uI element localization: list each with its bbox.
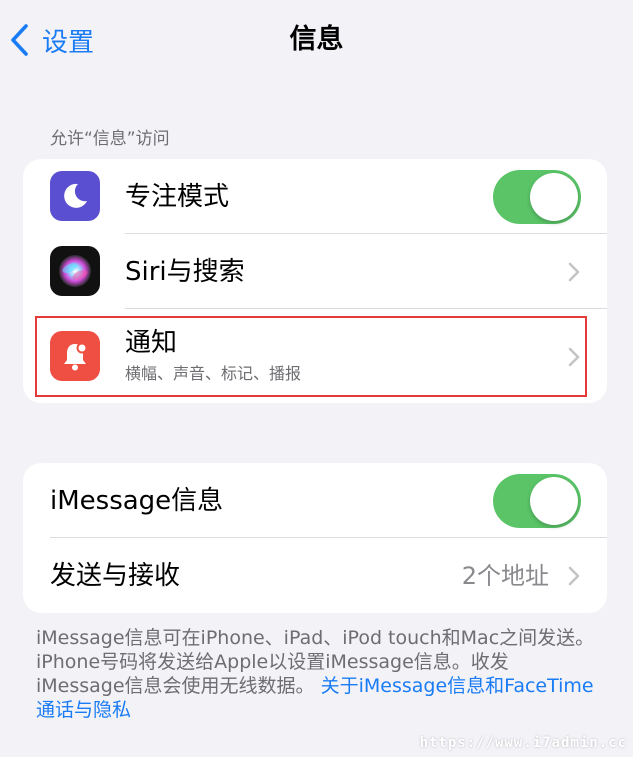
notifications-subtitle: 横幅、声音、标记、播报	[125, 364, 302, 383]
focus-row: 专注模式	[23, 159, 607, 234]
toggle-knob	[530, 477, 578, 525]
section-header: 允许“信息”访问	[50, 129, 170, 149]
navigation-bar: 设置 信息	[0, 0, 633, 78]
chevron-right-icon	[568, 566, 580, 586]
chevron-right-icon	[568, 262, 580, 282]
footer-description: iMessage信息可在iPhone、iPad、iPod touch和Mac之间…	[36, 626, 602, 722]
siri-label: Siri与搜索	[125, 257, 245, 287]
siri-icon	[50, 246, 100, 296]
send-receive-row[interactable]: 发送与接收 2个地址	[23, 538, 607, 613]
moon-icon	[50, 171, 100, 221]
imessage-row: iMessage信息	[23, 463, 607, 538]
imessage-toggle[interactable]	[493, 474, 581, 528]
focus-toggle[interactable]	[493, 170, 581, 224]
send-receive-value: 2个地址	[461, 562, 549, 590]
bell-icon	[50, 331, 100, 381]
permissions-group: 专注模式 Siri与搜索 通知 横幅、声音、标记、播报	[23, 159, 607, 403]
notifications-row[interactable]: 通知 横幅、声音、标记、播报	[23, 309, 607, 403]
watermark: https://www.i7admin.cc	[419, 735, 627, 751]
imessage-group: iMessage信息 发送与接收 2个地址	[23, 463, 607, 613]
chevron-right-icon	[568, 347, 580, 367]
toggle-knob	[530, 173, 578, 221]
notifications-label: 通知	[125, 328, 178, 358]
send-receive-label: 发送与接收	[50, 561, 181, 591]
siri-row[interactable]: Siri与搜索	[23, 234, 607, 309]
imessage-label: iMessage信息	[50, 486, 224, 516]
focus-label: 专注模式	[125, 182, 230, 212]
page-title: 信息	[289, 24, 344, 55]
